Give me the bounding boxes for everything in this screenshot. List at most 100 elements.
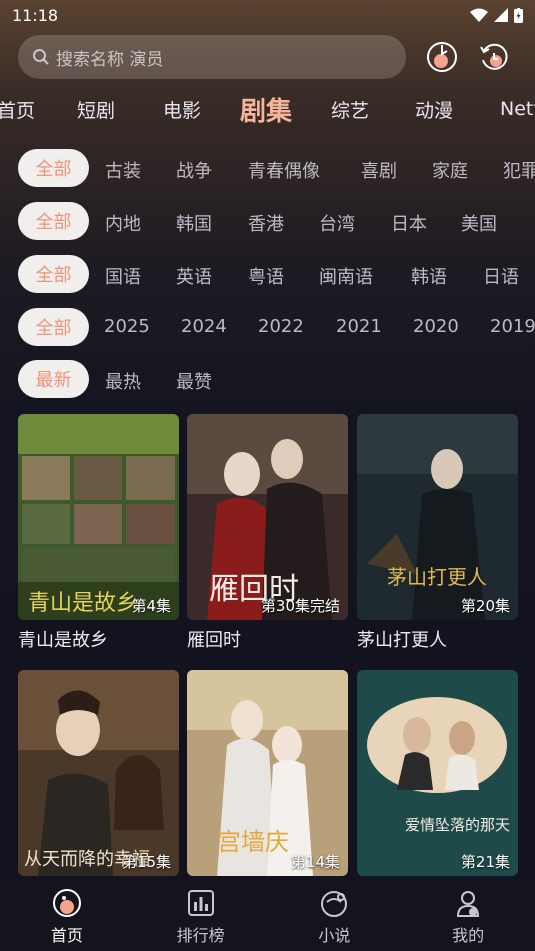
filter-option[interactable]: 2019 — [490, 316, 535, 337]
tab-movie[interactable]: 电影 — [163, 96, 201, 123]
poster-image: 宫墙庆 第14集 — [187, 670, 348, 876]
filter-option[interactable]: 韩国 — [176, 210, 212, 236]
nav-home-label: 首页 — [50, 926, 83, 945]
search-placeholder: 搜索名称 演员 — [56, 49, 164, 70]
filter-option[interactable]: 青春偶像 — [248, 157, 320, 183]
tab-netflix[interactable]: Netf — [500, 98, 535, 120]
poster-title-text: 宫墙庆 — [217, 828, 289, 856]
history-icon[interactable] — [426, 41, 458, 73]
card-title: 青山是故乡 — [18, 630, 108, 651]
episode-badge: 第14集 — [290, 853, 340, 871]
battery-icon — [514, 7, 523, 23]
video-card[interactable]: 青山是故乡 第4集 青山是故乡 — [18, 414, 179, 652]
refresh-icon[interactable] — [478, 41, 510, 73]
nav-profile-label: 我的 — [452, 926, 485, 945]
nav-ranking[interactable]: 排行榜 — [134, 880, 268, 951]
filter-row-genre: 全部 古装 战争 青春偶像 喜剧 家庭 犯罪 — [0, 148, 535, 188]
poster-image: 青山是故乡 第4集 — [18, 414, 179, 620]
poster-image: 从天而降的幸福 第15集 — [18, 670, 179, 876]
filter-option[interactable]: 战争 — [176, 157, 212, 183]
filter-option[interactable]: 最热 — [105, 368, 141, 394]
bottom-nav: 首页 排行榜 小说 我的 — [0, 880, 535, 951]
wifi-icon — [470, 8, 488, 22]
filter-option[interactable]: 英语 — [176, 263, 212, 289]
poster-art: 爱情坠落的那天 — [357, 670, 518, 876]
video-card[interactable]: 雁回时 第30集完结 雁回时 — [187, 414, 348, 652]
search-icon — [33, 49, 49, 65]
filter-option[interactable]: 美国 — [461, 210, 497, 236]
filter-option[interactable]: 喜剧 — [361, 157, 397, 183]
filter-option[interactable]: 最赞 — [176, 368, 212, 394]
filter-option[interactable]: 台湾 — [319, 210, 355, 236]
status-icons — [470, 7, 523, 23]
ranking-icon — [187, 890, 214, 916]
category-tabs: 首页 短剧 电影 剧集 综艺 动漫 Netf — [0, 88, 535, 130]
nav-home[interactable]: 首页 — [0, 880, 134, 951]
poster-title-text: 茅山打更人 — [387, 565, 487, 589]
poster-art: 宫墙庆 — [187, 670, 348, 876]
profile-icon — [457, 891, 480, 917]
nav-ranking-label: 排行榜 — [176, 926, 225, 945]
poster-image: 爱情坠落的那天 第21集 — [357, 670, 518, 876]
episode-badge: 第4集 — [131, 597, 171, 615]
tab-anime[interactable]: 动漫 — [415, 96, 453, 123]
filter-option[interactable]: 国语 — [105, 263, 141, 289]
card-title: 雁回时 — [187, 630, 241, 651]
filter-chip-selected[interactable]: 全部 — [18, 149, 89, 187]
tab-variety[interactable]: 综艺 — [331, 96, 369, 123]
filter-option[interactable]: 家庭 — [432, 157, 468, 183]
video-card[interactable]: 茅山打更人 第20集 茅山打更人 — [357, 414, 518, 652]
filter-chip-selected[interactable]: 全部 — [18, 308, 89, 346]
filter-option[interactable]: 2024 — [181, 316, 227, 337]
filter-option[interactable]: 古装 — [105, 157, 141, 183]
poster-art: 茅山打更人 — [357, 414, 518, 620]
nav-novel-label: 小说 — [318, 926, 351, 945]
filter-option[interactable]: 犯罪 — [503, 157, 535, 183]
filter-chip-selected[interactable]: 全部 — [18, 255, 89, 293]
filter-option[interactable]: 韩语 — [411, 263, 447, 289]
episode-badge: 第21集 — [460, 853, 510, 871]
card-title: 茅山打更人 — [357, 630, 447, 651]
filter-row-sort: 最新 最热 最赞 — [0, 359, 535, 399]
video-card[interactable]: 爱情坠落的那天 第21集 — [357, 670, 518, 882]
tab-series[interactable]: 剧集 — [240, 91, 292, 128]
filter-option[interactable]: 闽南语 — [319, 263, 373, 289]
video-card[interactable]: 宫墙庆 第14集 — [187, 670, 348, 882]
poster-art: 青山是故乡 — [18, 414, 179, 620]
video-card[interactable]: 从天而降的幸福 第15集 — [18, 670, 179, 882]
signal-icon — [494, 8, 508, 22]
episode-badge: 第20集 — [460, 597, 510, 615]
filter-option[interactable]: 粤语 — [248, 263, 284, 289]
tab-home[interactable]: 首页 — [0, 96, 35, 123]
filter-option[interactable]: 2022 — [258, 316, 304, 337]
filter-option[interactable]: 香港 — [248, 210, 284, 236]
search-row: 搜索名称 演员 — [18, 34, 518, 80]
poster-image: 雁回时 第30集完结 — [187, 414, 348, 620]
filter-option[interactable]: 日语 — [483, 263, 519, 289]
nav-profile[interactable]: 我的 — [401, 880, 535, 951]
filter-row-region: 全部 内地 韩国 香港 台湾 日本 美国 — [0, 201, 535, 241]
nav-novel[interactable]: 小说 — [268, 880, 402, 951]
filter-option[interactable]: 2020 — [413, 316, 459, 337]
filter-row-year: 全部 2025 2024 2022 2021 2020 2019 — [0, 307, 535, 347]
filter-option[interactable]: 2021 — [336, 316, 382, 337]
filter-option[interactable]: 2025 — [104, 316, 150, 337]
filter-chip-selected[interactable]: 全部 — [18, 202, 89, 240]
poster-art: 雁回时 — [187, 414, 348, 620]
poster-title-text: 爱情坠落的那天 — [405, 816, 510, 834]
status-time: 11:18 — [12, 5, 59, 25]
filter-option[interactable]: 日本 — [391, 210, 427, 236]
filter-chip-selected[interactable]: 最新 — [18, 360, 89, 398]
status-bar: 11:18 — [0, 0, 535, 30]
filter-row-language: 全部 国语 英语 粤语 闽南语 韩语 日语 — [0, 254, 535, 294]
tab-short-drama[interactable]: 短剧 — [77, 96, 115, 123]
novel-icon — [321, 891, 348, 917]
filter-option[interactable]: 内地 — [105, 210, 141, 236]
search-input[interactable]: 搜索名称 演员 — [18, 35, 406, 79]
home-icon — [52, 889, 81, 917]
episode-badge: 第30集完结 — [260, 597, 340, 615]
poster-art: 从天而降的幸福 — [18, 670, 179, 876]
poster-image: 茅山打更人 第20集 — [357, 414, 518, 620]
episode-badge: 第15集 — [121, 853, 171, 871]
poster-title-text: 青山是故乡 — [28, 591, 138, 616]
